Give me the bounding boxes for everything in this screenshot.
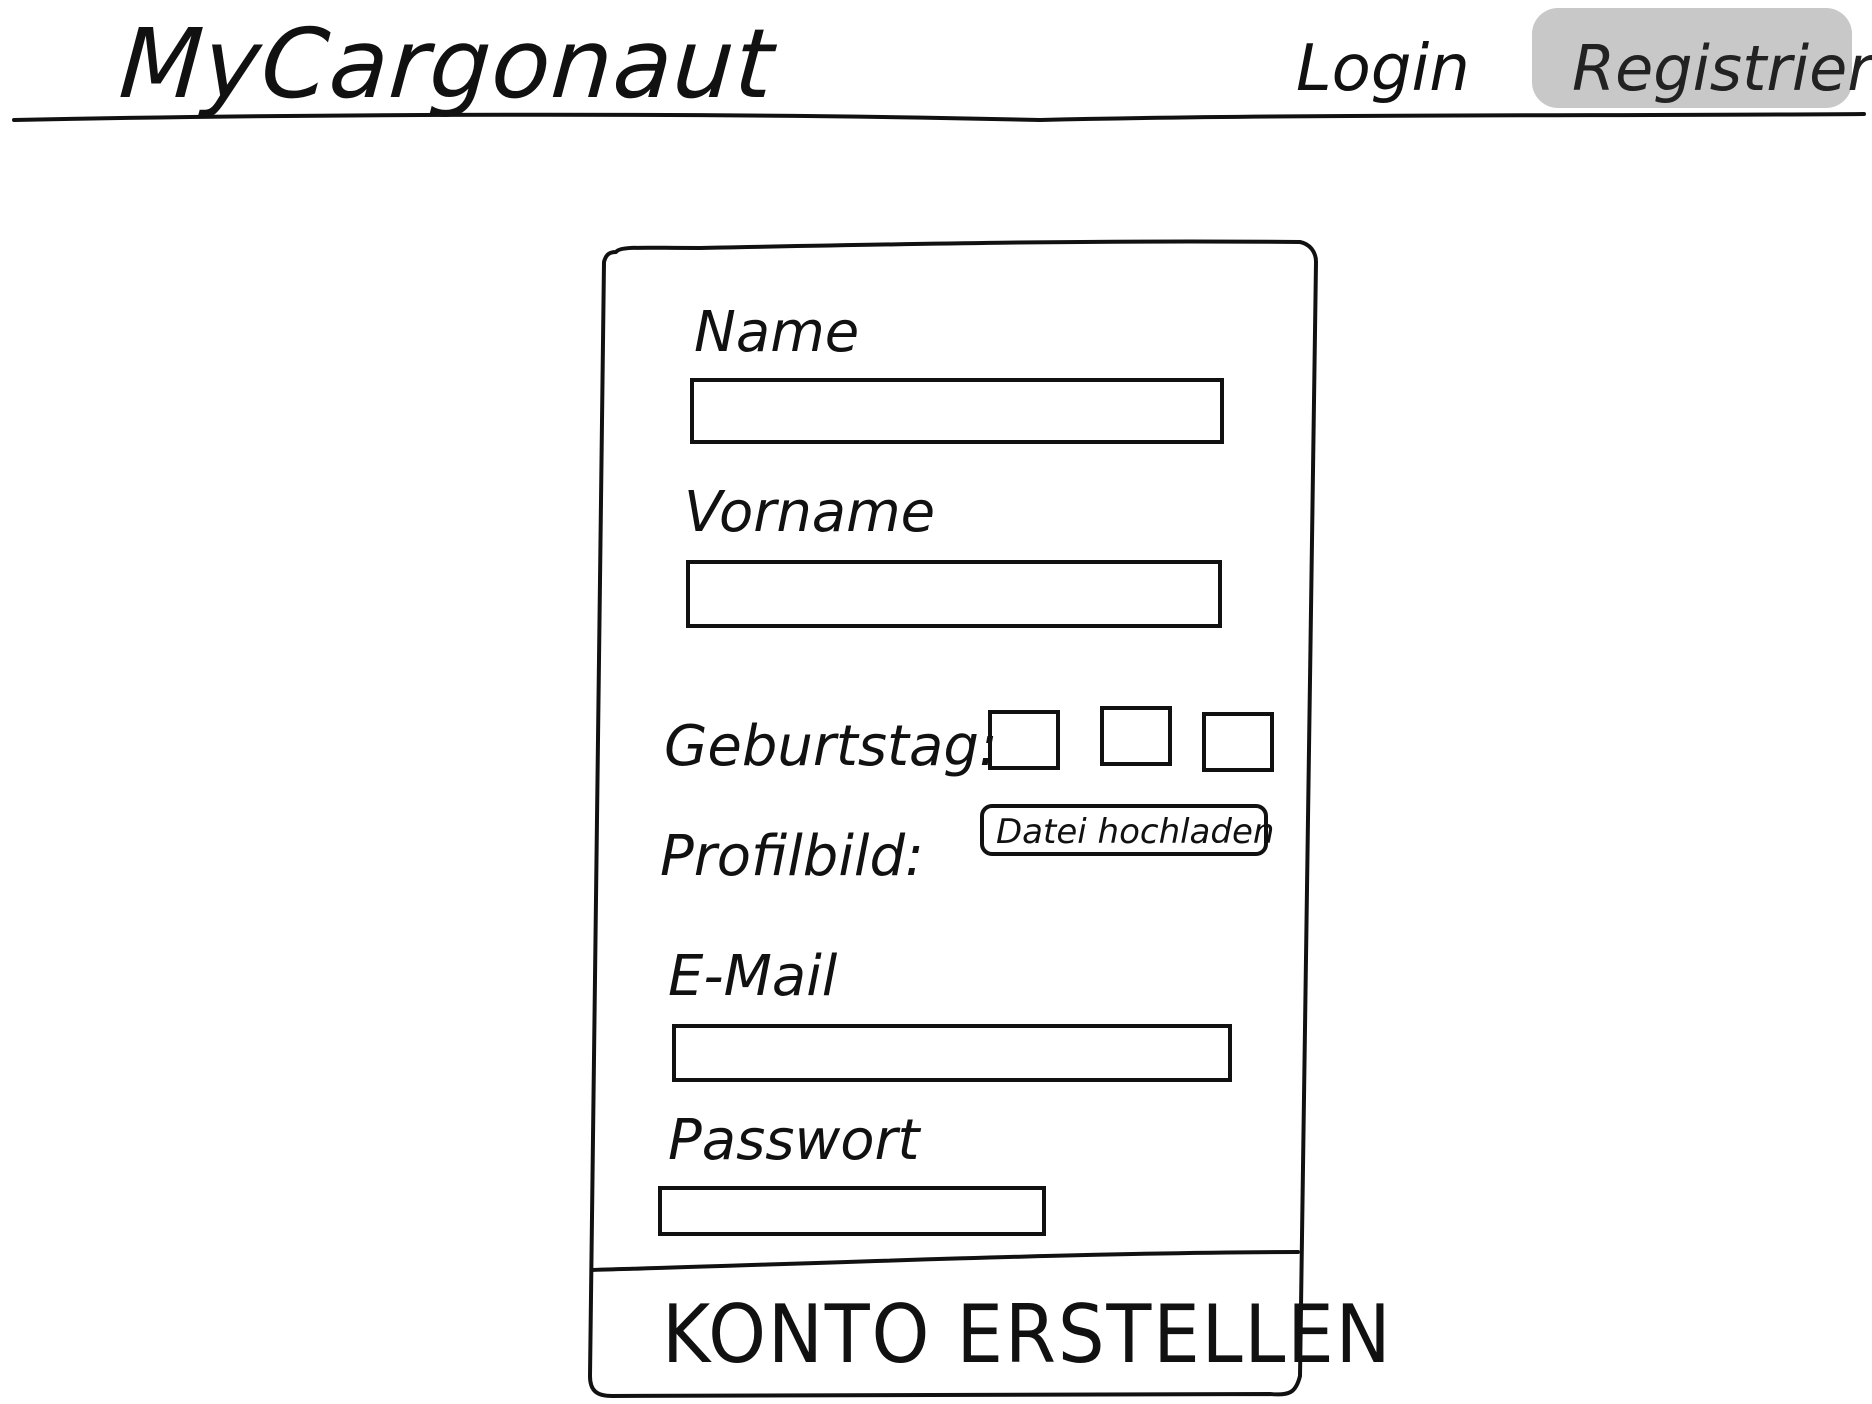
create-account-label: KONTO ERSTELLEN: [662, 1288, 1393, 1381]
name-label: Name: [694, 300, 860, 365]
upload-file-button[interactable]: Datei hochladen: [980, 804, 1274, 856]
birthday-label: Geburtstag:: [664, 714, 998, 779]
password-input[interactable]: [658, 1186, 1046, 1236]
email-label: E-Mail: [668, 944, 838, 1009]
create-account-button[interactable]: KONTO ERSTELLEN: [592, 1268, 1391, 1392]
birthday-day-input[interactable]: [988, 710, 1060, 770]
vorname-label: Vorname: [684, 480, 936, 545]
birthday-year-input[interactable]: [1202, 712, 1274, 772]
profile-picture-label: Profilbild:: [660, 824, 924, 889]
email-input[interactable]: [672, 1024, 1232, 1082]
upload-file-label: Datei hochladen: [996, 812, 1275, 852]
vorname-input[interactable]: [686, 560, 1222, 628]
password-label: Passwort: [668, 1108, 920, 1173]
name-input[interactable]: [690, 378, 1224, 444]
birthday-month-input[interactable]: [1100, 706, 1172, 766]
